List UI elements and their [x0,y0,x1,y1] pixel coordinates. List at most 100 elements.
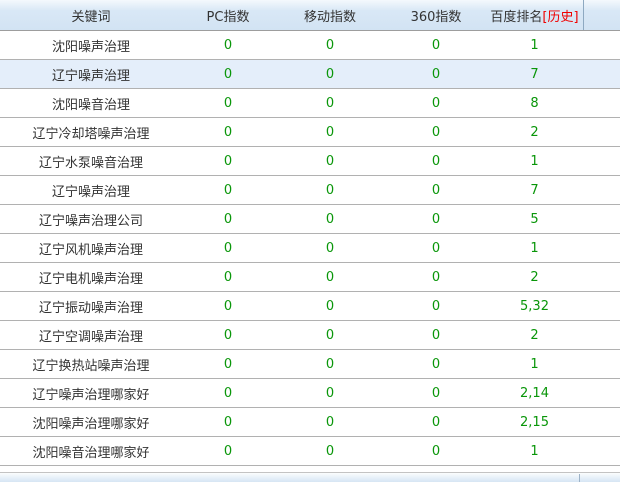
row-extra-cell [583,292,620,320]
table-row[interactable]: 沈阳噪音治理哪家好0001 [0,437,620,466]
pc-index-cell: 0 [182,125,274,140]
table-row[interactable]: 辽宁噪声治理0007 [0,60,620,89]
index-360-cell: 0 [386,212,486,227]
index-360-cell: 0 [386,386,486,401]
pc-index-cell: 0 [182,357,274,372]
baidu-rank-cell: 7 [486,183,583,198]
keyword-cell: 沈阳噪声治理哪家好 [0,413,182,432]
row-extra-cell [583,89,620,117]
pc-index-cell: 0 [182,154,274,169]
table-row[interactable]: 辽宁风机噪声治理0001 [0,234,620,263]
baidu-rank-cell: 1 [486,241,583,256]
keyword-cell: 辽宁振动噪声治理 [0,297,182,316]
table-body: 沈阳噪声治理0001辽宁噪声治理0007沈阳噪音治理0008辽宁冷却塔噪声治理0… [0,31,620,466]
mobile-index-cell: 0 [274,125,386,140]
mobile-index-cell: 0 [274,299,386,314]
keyword-cell: 辽宁水泵噪音治理 [0,152,182,171]
row-extra-cell [583,31,620,59]
row-extra-cell [583,263,620,291]
table-row[interactable]: 辽宁噪声治理0007 [0,176,620,205]
row-extra-cell [583,176,620,204]
row-extra-cell [583,205,620,233]
baidu-rank-cell: 5,32 [486,299,583,314]
mobile-index-cell: 0 [274,183,386,198]
mobile-index-cell: 0 [274,357,386,372]
baidu-rank-cell: 1 [486,38,583,53]
column-header-360-index: 360指数 [386,6,486,25]
mobile-index-cell: 0 [274,96,386,111]
mobile-index-cell: 0 [274,444,386,459]
row-extra-cell [583,118,620,146]
history-link[interactable]: [历史] [542,10,578,25]
pc-index-cell: 0 [182,328,274,343]
pc-index-cell: 0 [182,270,274,285]
table-row[interactable]: 辽宁换热站噪声治理0001 [0,350,620,379]
row-extra-cell [583,437,620,465]
index-360-cell: 0 [386,444,486,459]
pc-index-cell: 0 [182,299,274,314]
keyword-cell: 辽宁空调噪声治理 [0,326,182,345]
keyword-cell: 辽宁冷却塔噪声治理 [0,123,182,142]
column-header-baidu-rank: 百度排名[历史] [486,6,583,25]
keyword-cell: 辽宁噪声治理 [0,181,182,200]
pc-index-cell: 0 [182,212,274,227]
baidu-rank-cell: 1 [486,444,583,459]
table-row[interactable]: 辽宁空调噪声治理0002 [0,321,620,350]
mobile-index-cell: 0 [274,154,386,169]
row-extra-cell [583,321,620,349]
index-360-cell: 0 [386,241,486,256]
column-header-mobile-index: 移动指数 [274,6,386,25]
row-extra-cell [583,379,620,407]
keyword-cell: 辽宁电机噪声治理 [0,268,182,287]
index-360-cell: 0 [386,96,486,111]
mobile-index-cell: 0 [274,386,386,401]
table-row[interactable]: 辽宁冷却塔噪声治理0002 [0,118,620,147]
pc-index-cell: 0 [182,38,274,53]
table-row[interactable]: 沈阳噪音治理0008 [0,89,620,118]
table-row[interactable]: 辽宁电机噪声治理0002 [0,263,620,292]
table-row[interactable]: 辽宁振动噪声治理0005,32 [0,292,620,321]
index-360-cell: 0 [386,154,486,169]
keyword-cell: 辽宁噪声治理公司 [0,210,182,229]
baidu-rank-cell: 7 [486,67,583,82]
index-360-cell: 0 [386,415,486,430]
column-header-pc-index: PC指数 [182,6,274,25]
table-row[interactable]: 辽宁水泵噪音治理0001 [0,147,620,176]
table-row[interactable]: 沈阳噪声治理哪家好0002,15 [0,408,620,437]
row-extra-cell [583,408,620,436]
mobile-index-cell: 0 [274,212,386,227]
pc-index-cell: 0 [182,67,274,82]
table-row[interactable]: 辽宁噪声治理公司0005 [0,205,620,234]
column-header-keyword: 关键词 [0,6,182,25]
header-extra-cell [583,0,620,30]
mobile-index-cell: 0 [274,241,386,256]
row-extra-cell [583,60,620,88]
pc-index-cell: 0 [182,415,274,430]
table-row[interactable]: 沈阳噪声治理0001 [0,31,620,60]
baidu-rank-label: 百度排名 [490,10,542,25]
keyword-cell: 辽宁噪声治理 [0,65,182,84]
baidu-rank-cell: 5 [486,212,583,227]
index-360-cell: 0 [386,67,486,82]
pc-index-cell: 0 [182,444,274,459]
index-360-cell: 0 [386,38,486,53]
pc-index-cell: 0 [182,241,274,256]
pc-index-cell: 0 [182,183,274,198]
table-row[interactable]: 辽宁噪声治理哪家好0002,14 [0,379,620,408]
index-360-cell: 0 [386,328,486,343]
keyword-cell: 辽宁风机噪声治理 [0,239,182,258]
index-360-cell: 0 [386,125,486,140]
baidu-rank-cell: 8 [486,96,583,111]
secondary-bar-divider [579,474,580,482]
index-360-cell: 0 [386,270,486,285]
secondary-header-bar [0,472,620,482]
row-extra-cell [583,147,620,175]
baidu-rank-cell: 2 [486,270,583,285]
mobile-index-cell: 0 [274,38,386,53]
index-360-cell: 0 [386,357,486,372]
table-header-row: 关键词 PC指数 移动指数 360指数 百度排名[历史] [0,0,620,31]
keyword-cell: 辽宁噪声治理哪家好 [0,384,182,403]
baidu-rank-cell: 1 [486,154,583,169]
keyword-cell: 沈阳噪音治理哪家好 [0,442,182,461]
baidu-rank-cell: 2 [486,125,583,140]
